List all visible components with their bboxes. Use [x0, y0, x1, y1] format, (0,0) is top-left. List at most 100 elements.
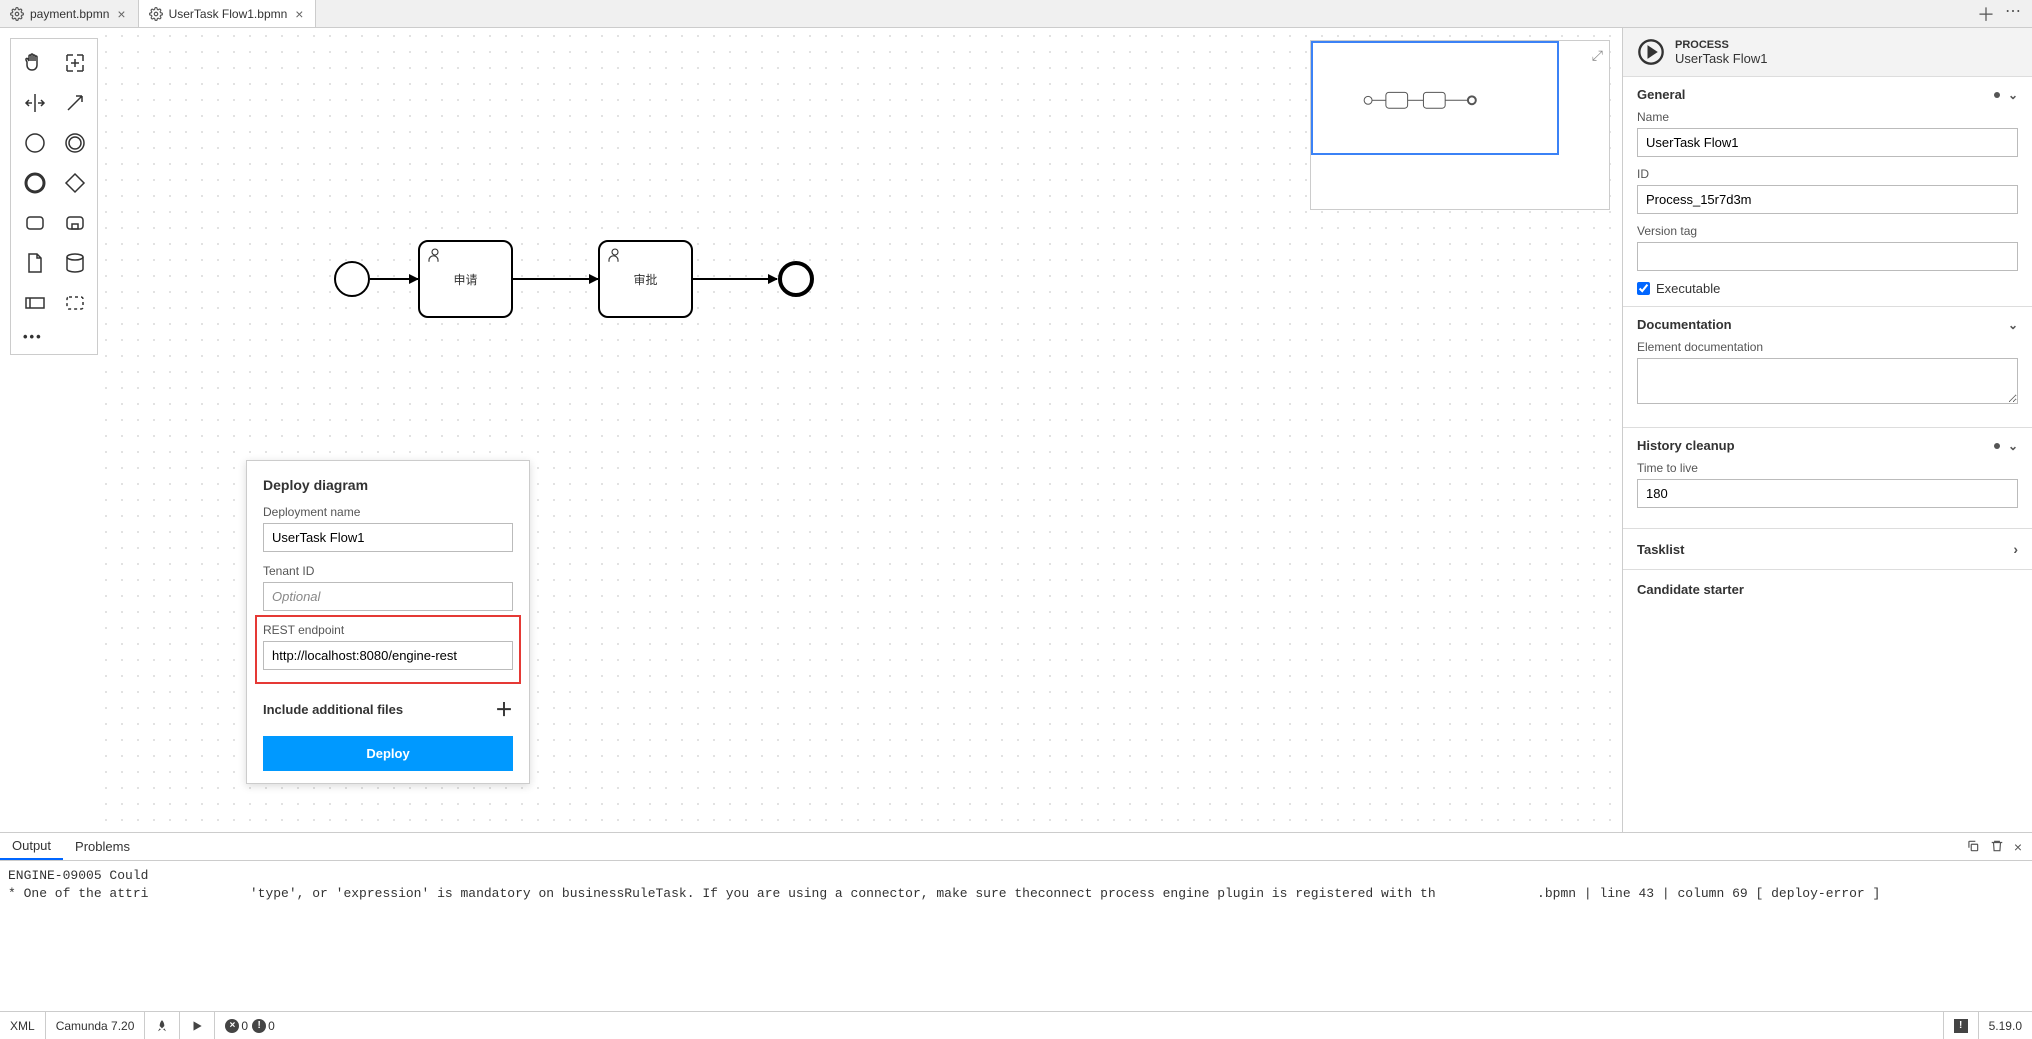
warning-icon: !	[252, 1019, 266, 1033]
section-history: History cleanup ⌄ Time to live	[1623, 428, 2032, 529]
section-title: Documentation	[1637, 317, 1732, 332]
close-icon[interactable]: ×	[2014, 839, 2022, 855]
tenant-id-input[interactable]	[263, 582, 513, 611]
copy-icon[interactable]	[1966, 839, 1980, 853]
status-engine[interactable]: Camunda 7.20	[46, 1012, 146, 1039]
process-icon	[1637, 38, 1665, 66]
data-store-tool[interactable]	[55, 243, 95, 283]
plus-icon[interactable]: ＋	[495, 696, 513, 722]
task-tool[interactable]	[15, 203, 55, 243]
play-icon	[190, 1019, 204, 1033]
field-label: Version tag	[1637, 224, 2018, 238]
pool-tool[interactable]	[15, 283, 55, 323]
chevron-down-icon: ⌄	[2008, 318, 2018, 332]
group-tool[interactable]	[55, 283, 95, 323]
user-task-approve[interactable]: 审批	[598, 240, 693, 318]
close-icon[interactable]: ×	[293, 6, 305, 22]
rest-endpoint-input[interactable]	[263, 641, 513, 670]
hand-tool[interactable]	[15, 43, 55, 83]
checkbox-label: Executable	[1656, 281, 1720, 296]
start-event-tool[interactable]	[15, 123, 55, 163]
subprocess-tool[interactable]	[55, 203, 95, 243]
connect-tool[interactable]	[55, 83, 95, 123]
output-panel: Output Problems × ENGINE-09005 Could * O…	[0, 832, 2032, 1011]
section-documentation: Documentation ⌄ Element documentation	[1623, 307, 2032, 428]
version-label: 5.19.0	[1978, 1012, 2032, 1039]
canvas[interactable]: 申请 审批 ⤢	[98, 28, 1622, 832]
tab-usertask[interactable]: UserTask Flow1.bpmn ×	[139, 0, 317, 27]
field-label: Deployment name	[263, 505, 513, 519]
section-candidate[interactable]: Candidate starter	[1623, 570, 2032, 609]
chevron-down-icon: ⌄	[2008, 439, 2018, 453]
section-title: Tasklist	[1637, 542, 1684, 557]
minimap[interactable]: ⤢	[1310, 40, 1610, 210]
minimap-viewport	[1311, 41, 1559, 155]
gear-icon	[10, 7, 24, 21]
end-event-tool[interactable]	[15, 163, 55, 203]
sequence-flow[interactable]	[693, 278, 777, 280]
dialog-title: Deploy diagram	[263, 477, 513, 493]
section-toggle[interactable]: History cleanup ⌄	[1637, 438, 2018, 453]
output-tab-bar: Output Problems ×	[0, 833, 2032, 861]
user-icon	[606, 246, 624, 264]
section-toggle[interactable]: General ⌄	[1637, 87, 2018, 102]
error-icon: ×	[225, 1019, 239, 1033]
alert-indicator[interactable]: !	[1943, 1012, 1978, 1039]
highlighted-field: REST endpoint	[255, 615, 521, 684]
name-input[interactable]	[1637, 128, 2018, 157]
more-tools-icon[interactable]: •••	[15, 323, 95, 350]
documentation-textarea[interactable]	[1637, 358, 2018, 404]
field-label: Name	[1637, 110, 2018, 124]
include-files-row[interactable]: Include additional files ＋	[263, 696, 513, 722]
sequence-flow[interactable]	[513, 278, 598, 280]
tab-output[interactable]: Output	[0, 833, 63, 860]
deploy-launcher[interactable]	[145, 1012, 180, 1039]
tab-payment[interactable]: payment.bpmn ×	[0, 0, 139, 27]
version-tag-input[interactable]	[1637, 242, 2018, 271]
alert-icon: !	[1954, 1019, 1968, 1033]
problems-summary[interactable]: ×0 !0	[215, 1012, 284, 1039]
panel-header: PROCESS UserTask Flow1	[1623, 28, 2032, 77]
dot-icon	[1994, 92, 2000, 98]
new-tab-button[interactable]: ＋	[1977, 1, 1995, 27]
start-event[interactable]	[334, 261, 370, 297]
field-label: REST endpoint	[263, 623, 513, 637]
id-input[interactable]	[1637, 185, 2018, 214]
panel-type-label: PROCESS	[1675, 39, 1767, 51]
space-tool[interactable]	[15, 83, 55, 123]
properties-panel: PROCESS UserTask Flow1 General ⌄ Name ID…	[1622, 28, 2032, 832]
ttl-input[interactable]	[1637, 479, 2018, 508]
field-label: ID	[1637, 167, 2018, 181]
trash-icon[interactable]	[1990, 839, 2004, 853]
sequence-flow[interactable]	[370, 278, 418, 280]
rocket-icon	[155, 1019, 169, 1033]
lasso-tool[interactable]	[55, 43, 95, 83]
collapse-icon[interactable]: ⤢	[1592, 47, 1603, 64]
gateway-tool[interactable]	[55, 163, 95, 203]
tab-label: UserTask Flow1.bpmn	[169, 7, 288, 21]
deployment-name-input[interactable]	[263, 523, 513, 552]
panel-title: UserTask Flow1	[1675, 51, 1767, 66]
close-icon[interactable]: ×	[115, 6, 127, 22]
tab-problems[interactable]: Problems	[63, 833, 142, 860]
section-toggle[interactable]: Documentation ⌄	[1637, 317, 2018, 332]
intermediate-event-tool[interactable]	[55, 123, 95, 163]
dot-icon	[1994, 443, 2000, 449]
chevron-right-icon: ›	[2013, 541, 2018, 557]
field-label: Time to live	[1637, 461, 2018, 475]
user-task-apply[interactable]: 申请	[418, 240, 513, 318]
end-event[interactable]	[778, 261, 814, 297]
more-icon[interactable]: ⋯	[2005, 1, 2022, 27]
user-icon	[426, 246, 444, 264]
run-launcher[interactable]	[180, 1012, 215, 1039]
executable-checkbox[interactable]	[1637, 282, 1650, 295]
statusbar: XML Camunda 7.20 ×0 !0 ! 5.19.0	[0, 1011, 2032, 1039]
deploy-button[interactable]: Deploy	[263, 736, 513, 771]
section-tasklist[interactable]: Tasklist ›	[1623, 529, 2032, 570]
executable-checkbox-row[interactable]: Executable	[1637, 281, 2018, 296]
task-label: 申请	[453, 271, 477, 288]
data-object-tool[interactable]	[15, 243, 55, 283]
section-title: Candidate starter	[1637, 582, 1744, 597]
palette: •••	[10, 38, 98, 355]
status-xml[interactable]: XML	[0, 1012, 46, 1039]
